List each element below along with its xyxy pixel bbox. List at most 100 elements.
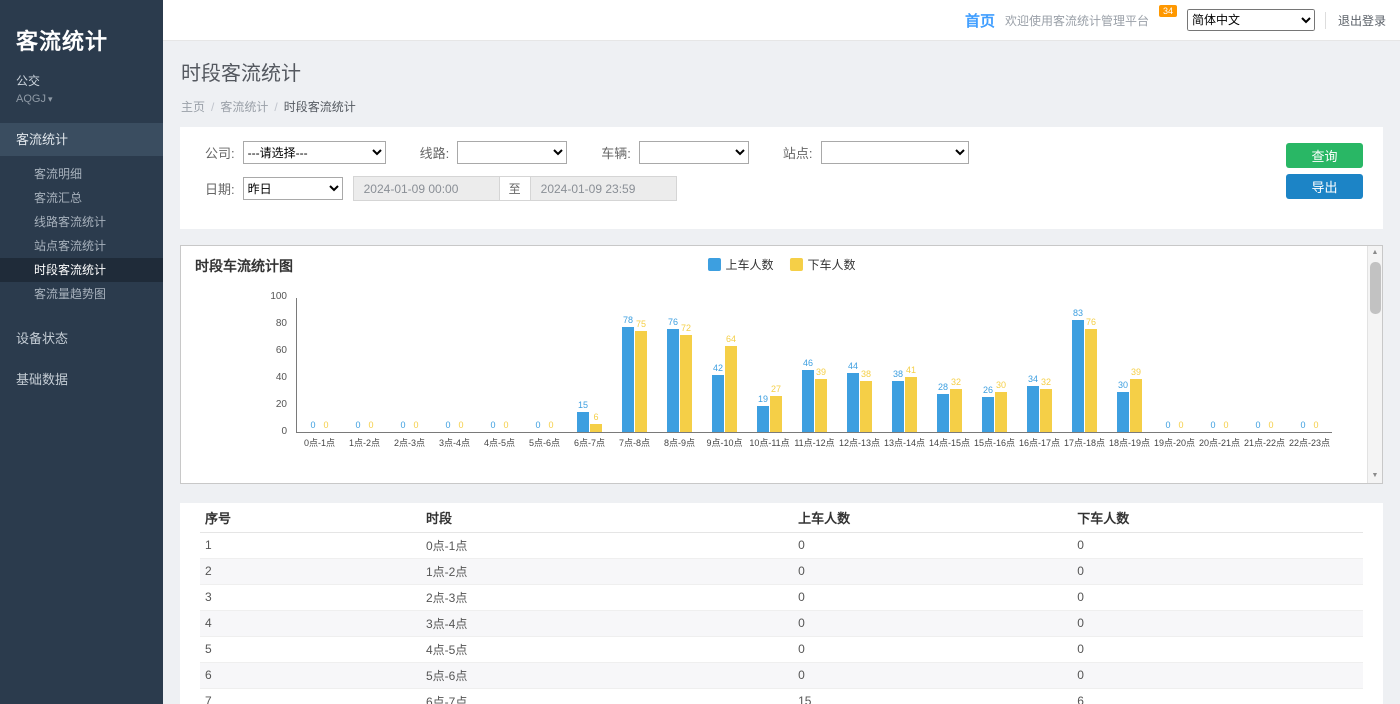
bar-group: 001点-2点 — [342, 298, 387, 432]
bar-group: 384113点-14点 — [882, 298, 927, 432]
bar-value-label: 0 — [1255, 420, 1260, 430]
bar-wrap: 76 — [667, 298, 680, 432]
breadcrumb-home[interactable]: 主页 — [181, 100, 205, 114]
date-end-input[interactable] — [530, 176, 677, 201]
bar — [892, 381, 904, 432]
sidebar-item-period-flow-stats[interactable]: 时段客流统计 — [0, 258, 163, 282]
bar-wrap: 34 — [1027, 298, 1040, 432]
line-select[interactable] — [457, 141, 567, 164]
sidebar-item-station-flow-stats[interactable]: 站点客流统计 — [0, 234, 163, 258]
sidebar-item-line-flow-stats[interactable]: 线路客流统计 — [0, 210, 163, 234]
query-button[interactable]: 查询 — [1286, 143, 1363, 168]
top-header: 首页 欢迎使用客流统计管理平台 34 简体中文 退出登录 — [163, 0, 1400, 41]
table-cell: 0 — [793, 636, 1072, 662]
vehicle-select[interactable] — [639, 141, 749, 164]
sidebar-item-flow-trend-chart[interactable]: 客流量趋势图 — [0, 282, 163, 306]
x-axis-label: 18点-19点 — [1109, 436, 1150, 449]
bar-wrap: 15 — [577, 298, 590, 432]
bar-group: 0022点-23点 — [1287, 298, 1332, 432]
y-tick-label: 80 — [276, 318, 287, 330]
bar-value-label: 44 — [848, 361, 858, 371]
table-cell: 0 — [1072, 558, 1363, 584]
bar — [1027, 386, 1039, 432]
bar-value-label: 0 — [490, 420, 495, 430]
x-axis-label: 7点-8点 — [619, 436, 650, 449]
bar-wrap: 0 — [1207, 298, 1220, 432]
x-axis-label: 4点-5点 — [484, 436, 515, 449]
org-selector[interactable]: AQGJ▾ — [16, 93, 147, 105]
table-row: 43点-4点00 — [200, 610, 1363, 636]
legend-alighting-label: 下车人数 — [808, 256, 856, 273]
station-select[interactable] — [821, 141, 969, 164]
welcome-text: 欢迎使用客流统计管理平台 — [1005, 12, 1149, 29]
table-cell: 0 — [1072, 636, 1363, 662]
x-axis-label: 8点-9点 — [664, 436, 695, 449]
scrollbar-thumb[interactable] — [1370, 262, 1381, 314]
chart-vertical-scrollbar[interactable]: ▲ ▼ — [1367, 246, 1382, 483]
page-head: 时段客流统计 主页/客流统计/时段客流统计 — [163, 41, 1400, 125]
company-label: 公司: — [205, 143, 235, 162]
table-cell: 0 — [793, 610, 1072, 636]
bar-value-label: 0 — [1178, 420, 1183, 430]
scroll-down-icon[interactable]: ▼ — [1368, 469, 1382, 483]
table-body: 10点-1点0021点-2点0032点-3点0043点-4点0054点-5点00… — [200, 532, 1363, 704]
date-start-input[interactable] — [353, 176, 500, 201]
bar-wrap: 42 — [712, 298, 725, 432]
table-cell: 0 — [1072, 662, 1363, 688]
y-tick-label: 60 — [276, 345, 287, 357]
breadcrumb-passenger-stats[interactable]: 客流统计 — [220, 100, 268, 114]
sidebar-item-flow-summary[interactable]: 客流汇总 — [0, 186, 163, 210]
bar-value-label: 39 — [816, 367, 826, 377]
chart-legend: 上车人数 下车人数 — [707, 256, 855, 273]
home-link[interactable]: 首页 — [965, 10, 995, 31]
bar-value-label: 0 — [548, 420, 553, 430]
bar-group: 343216点-17点 — [1017, 298, 1062, 432]
table-cell: 0 — [793, 584, 1072, 610]
table-cell: 3点-4点 — [421, 610, 793, 636]
bar-wrap: 72 — [680, 298, 693, 432]
chart-plot-area: 000点-1点001点-2点002点-3点003点-4点004点-5点005点-… — [296, 298, 1332, 433]
bar-value-label: 0 — [503, 420, 508, 430]
bar-value-label: 15 — [578, 400, 588, 410]
legend-alighting-swatch — [790, 258, 803, 271]
x-axis-label: 1点-2点 — [349, 436, 380, 449]
table-cell: 0 — [793, 558, 1072, 584]
sidebar-section-device-status[interactable]: 设备状态 — [0, 322, 163, 355]
bar-wrap: 6 — [590, 298, 603, 432]
scroll-up-icon[interactable]: ▲ — [1368, 246, 1382, 260]
bar-wrap: 46 — [802, 298, 815, 432]
bar-wrap: 0 — [1265, 298, 1278, 432]
bar-wrap: 0 — [1175, 298, 1188, 432]
logout-link[interactable]: 退出登录 — [1325, 12, 1386, 29]
bar-value-label: 19 — [758, 394, 768, 404]
bar-wrap: 64 — [725, 298, 738, 432]
sidebar: 客流统计 公交 AQGJ▾ 客流统计 客流明细 客流汇总 线路客流统计 站点客流… — [0, 0, 163, 704]
table-cell: 0 — [1072, 532, 1363, 558]
bar-group: 1566点-7点 — [567, 298, 612, 432]
bar — [635, 331, 647, 432]
bar — [770, 396, 782, 432]
table-cell: 5点-6点 — [421, 662, 793, 688]
bar-value-label: 72 — [681, 323, 691, 333]
bar-value-label: 0 — [1268, 420, 1273, 430]
legend-alighting[interactable]: 下车人数 — [790, 256, 856, 273]
bar-value-label: 28 — [938, 382, 948, 392]
sidebar-section-passenger-stats[interactable]: 客流统计 — [0, 123, 163, 156]
bar-value-label: 32 — [951, 377, 961, 387]
bar-value-label: 30 — [996, 380, 1006, 390]
export-button[interactable]: 导出 — [1286, 174, 1363, 199]
table-cell: 1 — [200, 532, 421, 558]
sidebar-item-flow-detail[interactable]: 客流明细 — [0, 162, 163, 186]
bar-group: 0019点-20点 — [1152, 298, 1197, 432]
bar-wrap: 0 — [455, 298, 468, 432]
language-select[interactable]: 简体中文 — [1187, 9, 1315, 31]
filter-panel: 公司: ---请选择--- 线路: 车辆: 站点: 日期: 昨日 至 — [180, 127, 1383, 229]
date-preset-select[interactable]: 昨日 — [243, 177, 343, 200]
col-header-boarding: 上车人数 — [793, 503, 1072, 532]
bar-wrap: 0 — [442, 298, 455, 432]
legend-boarding[interactable]: 上车人数 — [707, 256, 773, 273]
company-select[interactable]: ---请选择--- — [243, 141, 386, 164]
table-row: 21点-2点00 — [200, 558, 1363, 584]
notification-badge[interactable]: 34 — [1159, 5, 1177, 17]
sidebar-section-base-data[interactable]: 基础数据 — [0, 363, 163, 396]
